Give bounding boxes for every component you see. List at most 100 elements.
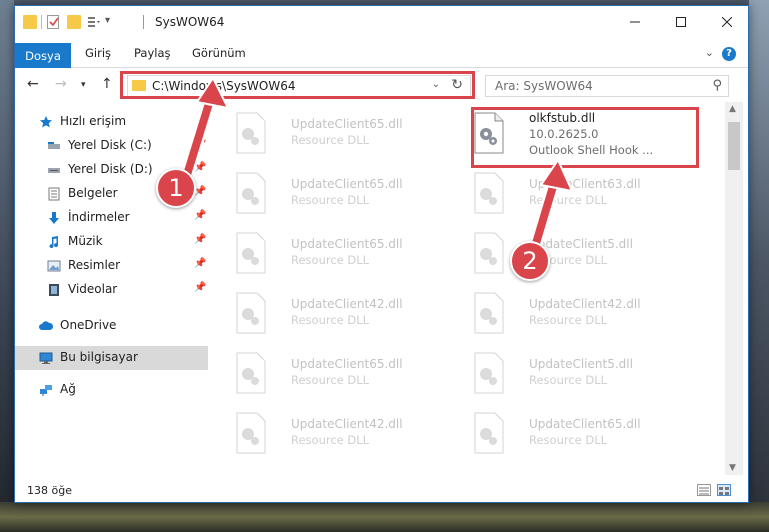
sidebar-item-label: Belgeler	[68, 186, 118, 200]
file-type: Resource DLL	[291, 433, 370, 447]
sidebar-item-label: OneDrive	[60, 318, 117, 332]
explorer-window: ▾ SysWOW64 Dosya Giriş Paylaş Görünüm ⌄ …	[14, 5, 749, 503]
sidebar-item-local-disk-c[interactable]: Yerel Disk (C:) 📌	[15, 134, 208, 158]
minimize-button[interactable]	[612, 6, 658, 37]
sidebar-item-label: Yerel Disk (D:)	[68, 162, 153, 176]
pin-icon[interactable]: 📌	[194, 162, 206, 173]
sidebar-item-videos[interactable]: Videolar 📌	[15, 278, 208, 302]
sidebar-item-onedrive[interactable]: OneDrive	[15, 314, 208, 338]
pin-icon[interactable]: 📌	[194, 210, 206, 221]
file-name: UpdateClient5.dll	[529, 357, 633, 371]
file-name: UpdateClient65.dll	[291, 237, 403, 251]
network-icon	[40, 385, 52, 396]
folder-icon	[132, 80, 146, 91]
dll-file-icon	[236, 412, 266, 454]
item-count: 138 öğe	[27, 484, 72, 497]
sidebar-item-label: Videolar	[68, 282, 118, 296]
drive-icon	[48, 142, 60, 149]
pictures-icon	[47, 260, 61, 272]
file-tile[interactable]: UpdateClient5.dll Resource DLL	[461, 346, 691, 402]
dll-file-icon	[474, 412, 504, 454]
sidebar-item-downloads[interactable]: İndirmeler 📌	[15, 206, 208, 230]
ribbon-tabs: Dosya Giriş Paylaş Görünüm ⌄ ?	[15, 38, 748, 68]
pin-icon[interactable]: 📌	[194, 138, 206, 149]
file-tile[interactable]: UpdateClient42.dll Resource DLL	[461, 286, 691, 342]
step-2-badge: 2	[510, 241, 550, 281]
large-icons-view-button[interactable]	[717, 484, 731, 496]
maximize-button[interactable]	[658, 6, 704, 37]
file-tile[interactable]: UpdateClient42.dll Resource DLL	[223, 286, 453, 342]
vertical-scrollbar[interactable]: ▲ ▼	[725, 102, 743, 475]
file-name: UpdateClient42.dll	[291, 297, 403, 311]
file-type: Resource DLL	[291, 193, 370, 207]
file-type: Resource DLL	[529, 433, 608, 447]
dll-file-icon	[474, 292, 504, 334]
file-name: UpdateClient65.dll	[291, 357, 403, 371]
desktop-background-left	[0, 0, 14, 532]
help-icon[interactable]: ?	[722, 47, 736, 61]
tab-home[interactable]: Giriş	[85, 46, 111, 60]
scroll-up-icon[interactable]: ▲	[729, 104, 736, 114]
tab-share[interactable]: Paylaş	[134, 46, 171, 60]
file-description: Outlook Shell Hook ...	[529, 143, 654, 157]
file-tile[interactable]: UpdateClient65.dll Resource DLL	[461, 406, 691, 462]
title-bar: ▾ SysWOW64	[15, 6, 748, 38]
dll-file-icon	[474, 232, 504, 274]
close-button[interactable]	[704, 6, 748, 37]
drive-icon	[48, 168, 60, 173]
folder-icon	[23, 15, 37, 29]
dll-file-icon	[236, 232, 266, 274]
back-button[interactable]: ←	[27, 76, 39, 92]
address-path[interactable]: C:\Windows\SysWOW64	[152, 79, 296, 93]
sidebar-item-network[interactable]: Ağ	[15, 378, 208, 402]
ribbon-expand-icon[interactable]: ⌄	[705, 46, 714, 59]
file-type: Resource DLL	[529, 373, 608, 387]
pin-icon[interactable]: 📌	[194, 258, 206, 269]
pin-icon[interactable]: 📌	[194, 282, 206, 293]
properties-icon[interactable]	[47, 15, 59, 29]
search-icon[interactable]: ⚲	[712, 78, 722, 93]
sidebar-item-quick-access[interactable]: Hızlı erişim	[15, 110, 208, 134]
file-tile[interactable]: UpdateClient5.dll Resource DLL	[461, 226, 691, 282]
file-type: Resource DLL	[291, 313, 370, 327]
dll-file-icon	[236, 172, 266, 214]
refresh-icon[interactable]: ↻	[451, 77, 463, 93]
desktop-background-bottom	[0, 502, 769, 532]
file-tile[interactable]: UpdateClient65.dll Resource DLL	[223, 226, 453, 282]
sidebar-item-label: Ağ	[60, 382, 76, 396]
tab-file[interactable]: Dosya	[15, 43, 71, 68]
sidebar-item-label: İndirmeler	[68, 210, 130, 224]
file-tile[interactable]: UpdateClient65.dll Resource DLL	[223, 106, 453, 162]
dll-file-icon	[236, 112, 266, 154]
customize-icon[interactable]	[87, 15, 101, 29]
navigation-bar: ← → ▾ ↑ C:\Windows\SysWOW64 ⌄ ↻ Ara: Sys…	[15, 68, 748, 102]
up-button[interactable]: ↑	[101, 76, 113, 92]
star-icon	[40, 116, 52, 128]
recent-locations-icon[interactable]: ▾	[81, 80, 86, 90]
tab-view[interactable]: Görünüm	[192, 46, 246, 60]
dll-file-icon	[474, 112, 504, 154]
sidebar-item-music[interactable]: Müzik 📌	[15, 230, 208, 254]
scroll-down-icon[interactable]: ▼	[729, 463, 736, 473]
file-tile[interactable]: UpdateClient63.dll Resource DLL	[461, 166, 691, 222]
sidebar-item-label: Bu bilgisayar	[60, 350, 138, 364]
scrollbar-thumb[interactable]	[728, 122, 740, 170]
new-folder-icon[interactable]	[67, 15, 81, 29]
chevron-down-icon[interactable]: ⌄	[432, 79, 440, 90]
forward-button[interactable]: →	[55, 76, 67, 92]
status-bar: 138 öğe	[15, 475, 748, 502]
file-tile[interactable]: UpdateClient65.dll Resource DLL	[223, 166, 453, 222]
file-tile-olkfstub[interactable]: olkfstub.dll 10.0.2625.0 Outlook Shell H…	[461, 106, 691, 162]
search-input[interactable]: Ara: SysWOW64 ⚲	[485, 75, 729, 97]
quick-access-dropdown-icon[interactable]: ▾	[105, 15, 117, 29]
sidebar-item-pictures[interactable]: Resimler 📌	[15, 254, 208, 278]
file-tile[interactable]: UpdateClient42.dll Resource DLL	[223, 406, 453, 462]
file-tile[interactable]: UpdateClient65.dll Resource DLL	[223, 346, 453, 402]
file-name: UpdateClient65.dll	[529, 417, 641, 431]
address-bar[interactable]: C:\Windows\SysWOW64 ⌄ ↻	[127, 75, 471, 97]
sidebar-item-this-pc[interactable]: Bu bilgisayar	[15, 346, 208, 370]
pin-icon[interactable]: 📌	[194, 234, 206, 245]
desktop-background-right	[749, 0, 769, 532]
sidebar-item-label: Yerel Disk (C:)	[68, 138, 152, 152]
details-view-button[interactable]	[697, 484, 711, 496]
